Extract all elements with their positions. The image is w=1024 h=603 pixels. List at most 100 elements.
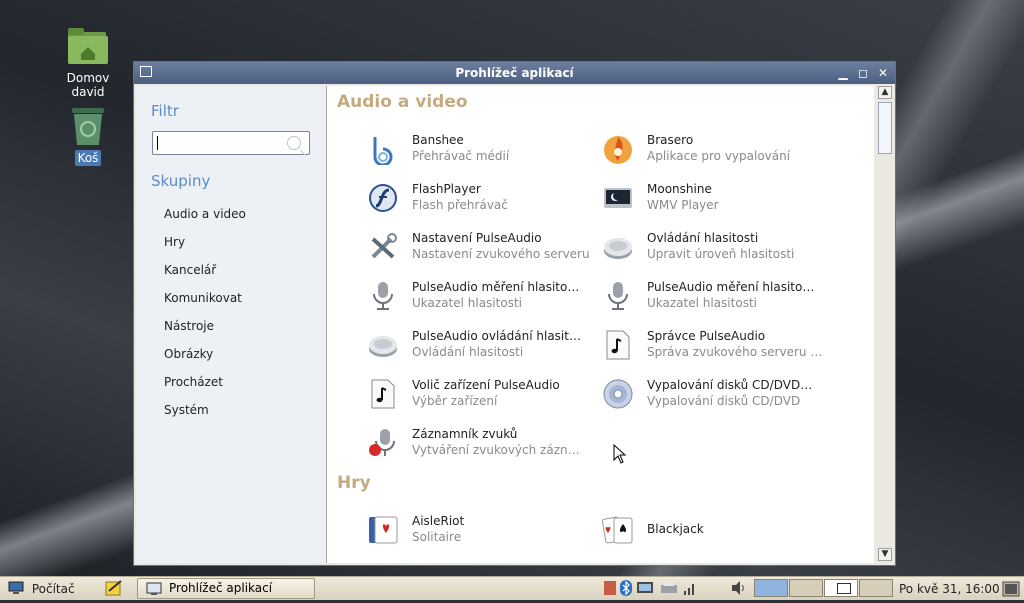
text-cursor (157, 136, 158, 150)
group-item-images[interactable]: Obrázky (164, 346, 246, 374)
app-item-pulseaudio-settings[interactable]: Nastavení PulseAudio Nastavení zvukového… (367, 227, 597, 269)
sidebar: Filtr Skupiny Audio a video Hry Kancelář… (136, 86, 326, 563)
trash-icon (66, 106, 110, 146)
app-item-pulseaudio-device-chooser[interactable]: Volič zařízení PulseAudio Výběr zařízení (367, 374, 597, 416)
desktop-icon-trash[interactable]: Koš (50, 106, 126, 166)
app-description: Vypalování disků CD/DVD (647, 394, 801, 408)
app-description: Vytváření zvukových zázn… (412, 443, 580, 457)
computer-icon (8, 581, 24, 594)
group-item-system[interactable]: Systém (164, 402, 246, 430)
app-item-pulseaudio-volume[interactable]: PulseAudio ovládání hlasit… Ovládání hla… (367, 325, 597, 367)
app-name: Nastavení PulseAudio (412, 231, 542, 245)
taskbar-button-label: Prohlížeč aplikací (169, 581, 273, 595)
group-item-browse[interactable]: Procházet (164, 374, 246, 402)
volume-icon[interactable] (730, 580, 748, 598)
app-item-flashplayer[interactable]: FlashPlayer Flash přehrávač (367, 178, 597, 220)
window-title: Prohlížeč aplikací (455, 66, 574, 80)
group-item-office[interactable]: Kancelář (164, 262, 246, 290)
app-browser-window: Prohlížeč aplikací ▁ ◻ ✕ Filtr Skupiny A… (133, 61, 896, 566)
cards-icon (367, 514, 399, 546)
workspace-4[interactable] (859, 579, 893, 597)
home-folder-icon (66, 26, 110, 66)
app-item-sound-recorder[interactable]: Záznamník zvuků Vytváření zvukových zázn… (367, 423, 597, 465)
clock[interactable]: Po kvě 31, 16:00 (899, 580, 1000, 598)
workspace-1[interactable] (754, 579, 788, 597)
desktop-icon-label: Domov david (66, 71, 110, 99)
app-item-pulseaudio-manager[interactable]: Správce PulseAudio Správa zvukového serv… (602, 325, 832, 367)
app-description: Ovládání hlasitosti (412, 345, 524, 359)
banshee-icon (367, 133, 399, 167)
close-button[interactable]: ✕ (875, 65, 891, 81)
app-name: PulseAudio měření hlasito… (647, 280, 815, 294)
microphone-icon (602, 280, 634, 312)
app-name: PulseAudio ovládání hlasit… (412, 329, 581, 343)
app-description: Solitaire (412, 530, 462, 544)
app-description: Aplikace pro vypalování (647, 149, 791, 163)
volume-knob-icon (367, 329, 399, 361)
app-item-blackjack[interactable]: Blackjack (601, 510, 832, 552)
app-item-volume-control[interactable]: Ovládání hlasitosti Upravit úroveň hlasi… (602, 227, 832, 269)
app-name: FlashPlayer (412, 182, 481, 196)
app-item-banshee[interactable]: Banshee Přehrávač médií (367, 129, 597, 171)
mouse-pointer-icon (613, 444, 627, 464)
workspace-3[interactable] (824, 579, 858, 597)
taskbar-button-app-browser[interactable]: Prohlížeč aplikací (137, 578, 315, 599)
app-name: Volič zařízení PulseAudio (412, 378, 560, 392)
app-item-brasero[interactable]: Brasero Aplikace pro vypalování (602, 129, 832, 171)
music-note-icon (602, 329, 634, 361)
app-description: Upravit úroveň hlasitosti (647, 247, 795, 261)
app-description: Přehrávač médií (412, 149, 510, 163)
app-name: Moonshine (647, 182, 712, 196)
app-description: WMV Player (647, 198, 719, 212)
app-description: Ukazatel hlasitosti (647, 296, 757, 310)
app-name: Blackjack (647, 522, 704, 536)
app-description: Nastavení zvukového serveru (412, 247, 590, 261)
group-list: Audio a video Hry Kancelář Komunikovat N… (164, 206, 246, 430)
vertical-scrollbar[interactable]: ▲ ▼ (877, 86, 893, 563)
bottom-panel: Počítač Prohlížeč aplikací Po kvě 31, 16… (0, 576, 1024, 600)
brasero-icon (602, 133, 634, 165)
blackjack-icon (601, 514, 634, 546)
bluetooth-icon (619, 580, 632, 596)
groups-heading: Skupiny (151, 172, 211, 190)
show-desktop-icon[interactable] (1002, 580, 1020, 598)
maximize-button[interactable]: ◻ (855, 65, 871, 81)
window-titlebar[interactable]: Prohlížeč aplikací ▁ ◻ ✕ (134, 62, 895, 84)
group-item-tools[interactable]: Nástroje (164, 318, 246, 346)
music-note-icon (367, 378, 399, 410)
filter-heading: Filtr (151, 102, 179, 120)
cd-disc-icon (602, 378, 634, 410)
flash-icon (367, 182, 399, 214)
mini-window-icon (837, 583, 851, 594)
search-input[interactable] (152, 131, 310, 155)
tray-separator-icon (604, 581, 616, 595)
minimize-button[interactable]: ▁ (835, 65, 851, 81)
printer-icon (661, 581, 678, 593)
desktop-icon-home[interactable]: Domov david (50, 26, 126, 100)
computer-menu-label: Počítač (31, 582, 75, 596)
app-description: Flash přehrávač (412, 198, 508, 212)
app-description: Správa zvukového serveru … (647, 345, 823, 359)
group-item-communicate[interactable]: Komunikovat (164, 290, 246, 318)
scroll-up-button[interactable]: ▲ (878, 86, 892, 99)
scroll-down-button[interactable]: ▼ (878, 548, 892, 561)
app-name: Vypalování disků CD/DVD… (647, 378, 813, 392)
scroll-thumb[interactable] (878, 102, 892, 154)
app-name: Banshee (412, 133, 464, 147)
app-item-pulseaudio-meter-2[interactable]: PulseAudio měření hlasito… Ukazatel hlas… (602, 276, 832, 318)
tools-icon (367, 231, 399, 263)
app-item-aisleriot[interactable]: AisleRiot Solitaire (367, 510, 597, 552)
volume-knob-icon (602, 231, 634, 263)
tray-icons (604, 580, 697, 598)
app-item-moonshine[interactable]: Moonshine WMV Player (602, 178, 832, 220)
app-item-cd-dvd-burner[interactable]: Vypalování disků CD/DVD… Vypalování disk… (602, 374, 832, 416)
app-item-pulseaudio-meter-1[interactable]: PulseAudio měření hlasito… Ukazatel hlas… (367, 276, 597, 318)
group-item-games[interactable]: Hry (164, 234, 246, 262)
app-list: Audio a video Banshee Přehrávač médií Br… (327, 86, 874, 563)
notes-icon[interactable] (105, 580, 123, 598)
signal-strength-icon (684, 584, 695, 595)
group-item-audio-video[interactable]: Audio a video (164, 206, 246, 234)
computer-menu[interactable]: Počítač (8, 580, 75, 598)
app-name: AisleRiot (412, 514, 465, 528)
workspace-2[interactable] (789, 579, 823, 597)
